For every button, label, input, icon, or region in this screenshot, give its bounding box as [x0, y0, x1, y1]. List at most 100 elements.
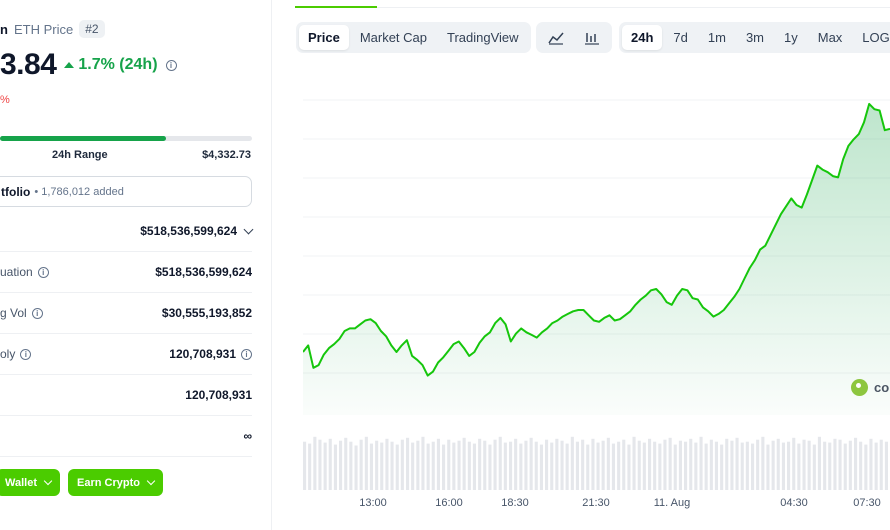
- volume-bar: [714, 441, 718, 490]
- info-icon[interactable]: i: [20, 348, 32, 360]
- volume-bar: [838, 439, 842, 490]
- volume-bar: [725, 438, 729, 490]
- tab-tradingview[interactable]: TradingView: [438, 25, 528, 50]
- volume-bar: [467, 441, 471, 490]
- volume-bar: [529, 437, 533, 490]
- stat-label: oly i: [0, 347, 32, 361]
- earn-crypto-button[interactable]: Earn Crypto: [68, 469, 163, 496]
- volume-bar: [648, 438, 652, 490]
- wallet-button[interactable]: Wallet: [0, 469, 60, 496]
- volume-bar: [514, 438, 518, 490]
- volume-bar: [627, 444, 631, 490]
- stat-value: 120,708,931: [185, 388, 252, 402]
- btc-change-text: %: [0, 94, 10, 106]
- stat-row-supply: oly i 120,708,931 i: [0, 334, 252, 375]
- volume-bar: [431, 441, 435, 490]
- volume-bar: [848, 440, 852, 490]
- line-chart-icon[interactable]: [539, 25, 573, 50]
- range-1y[interactable]: 1y: [775, 25, 807, 50]
- x-tick-label: 07:30: [853, 497, 881, 509]
- volume-bar: [637, 440, 641, 490]
- price-row: 3.84 1.7% (24h) i: [0, 48, 177, 82]
- volume-bar: [478, 438, 482, 490]
- stat-value: 120,708,931 i: [169, 347, 252, 361]
- wallet-button-label: Wallet: [5, 476, 37, 489]
- volume-bar: [874, 442, 878, 490]
- volume-bar: [591, 438, 595, 490]
- price-chart[interactable]: [303, 70, 890, 490]
- price-change: 1.7% (24h): [64, 56, 158, 74]
- volume-bar: [735, 437, 739, 490]
- chart-type-toggle: [536, 22, 612, 53]
- volume-bar: [483, 440, 487, 490]
- volume-bar: [380, 442, 384, 490]
- price-chart-svg: [303, 99, 890, 490]
- stat-value: ∞: [243, 429, 252, 443]
- chevron-down-icon[interactable]: [243, 224, 254, 234]
- volume-bar: [864, 444, 868, 490]
- volume-bar: [684, 441, 688, 490]
- range-high-value: $4,332.73: [202, 149, 251, 161]
- volume-bar: [442, 444, 446, 490]
- volume-bar: [560, 440, 564, 490]
- coin-name: n: [0, 21, 8, 37]
- info-icon[interactable]: i: [241, 348, 252, 360]
- portfolio-count: • 1,786,012 added: [34, 185, 124, 198]
- volume-bar: [354, 445, 358, 490]
- add-to-portfolio-button[interactable]: tfolio • 1,786,012 added: [0, 176, 252, 207]
- stat-row-valuation: uation i $518,536,599,624: [0, 252, 252, 293]
- volume-bar: [720, 444, 724, 490]
- volume-bar: [771, 440, 775, 490]
- log-scale-toggle[interactable]: LOG: [853, 25, 890, 50]
- info-icon[interactable]: i: [165, 59, 177, 71]
- info-icon[interactable]: i: [31, 307, 43, 319]
- volume-bar: [632, 436, 636, 490]
- volume-bar: [509, 441, 513, 490]
- range-3m[interactable]: 3m: [737, 25, 773, 50]
- tab-market-cap[interactable]: Market Cap: [351, 25, 436, 50]
- volume-bar: [339, 440, 343, 490]
- x-tick-label: 21:30: [582, 497, 610, 509]
- candlestick-icon[interactable]: [575, 25, 609, 50]
- volume-bar: [787, 441, 791, 490]
- watermark-text: co: [874, 380, 890, 395]
- price-value: 3.84: [0, 48, 57, 81]
- volume-bar: [426, 443, 430, 490]
- volume-bar: [653, 441, 657, 490]
- volume-bar: [606, 437, 610, 490]
- volume-bar: [869, 438, 873, 490]
- stat-row-max-supply: ∞: [0, 416, 252, 457]
- gecko-logo-icon: [851, 379, 868, 396]
- range-bar: [0, 136, 252, 141]
- volume-bar: [694, 442, 698, 490]
- volume-bar: [462, 437, 466, 490]
- range-max[interactable]: Max: [809, 25, 852, 50]
- volume-bar: [308, 443, 312, 490]
- volume-bar: [854, 437, 858, 490]
- stat-value[interactable]: $518,536,599,624: [140, 224, 254, 238]
- volume-bar: [503, 442, 507, 490]
- info-icon[interactable]: i: [37, 266, 49, 278]
- section-tab-active-indicator: [295, 6, 377, 8]
- stat-label-text: g Vol: [0, 306, 27, 320]
- volume-bar: [884, 441, 888, 490]
- rank-badge: #2: [79, 20, 105, 38]
- volume-bar: [601, 440, 605, 490]
- range-1m[interactable]: 1m: [699, 25, 735, 50]
- volume-bar: [792, 437, 796, 490]
- range-24h[interactable]: 24h: [622, 25, 663, 50]
- range-7d[interactable]: 7d: [664, 25, 696, 50]
- volume-bar: [375, 440, 379, 490]
- stat-label-text: uation: [0, 265, 33, 279]
- volume-bar: [385, 438, 389, 490]
- price-change-text: 1.7% (24h): [78, 56, 158, 73]
- volume-bar: [416, 440, 420, 490]
- volume-bar: [313, 436, 317, 490]
- volume-bar: [678, 440, 682, 490]
- tab-price[interactable]: Price: [299, 25, 349, 50]
- volume-bar: [642, 442, 646, 490]
- volume-bar: [807, 440, 811, 490]
- volume-bar: [493, 439, 497, 490]
- volume-bar: [323, 442, 327, 490]
- volume-bar: [617, 441, 621, 490]
